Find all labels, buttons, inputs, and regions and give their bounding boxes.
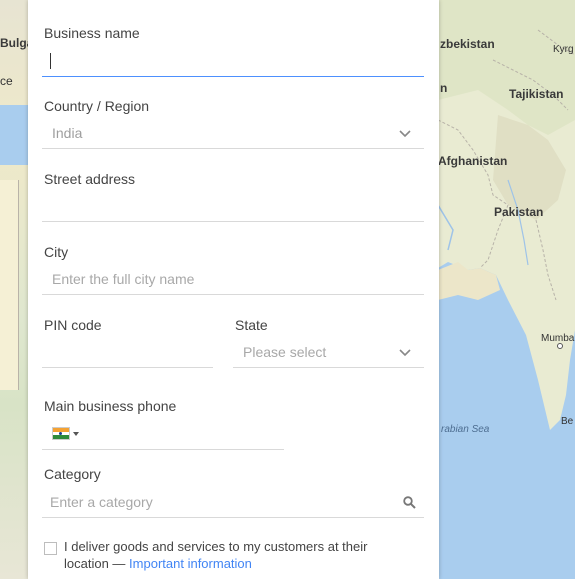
category-underline (42, 517, 424, 518)
chevron-down-icon (399, 349, 411, 357)
map-label-uzbekistan: zbekistan (440, 37, 495, 51)
map-label-mumbai: Mumba (541, 333, 575, 344)
category-input[interactable]: Enter a category (42, 489, 424, 517)
deliver-text-line2: location — Important information (64, 555, 252, 572)
map-label-pakistan: Pakistan (494, 205, 544, 219)
country-select[interactable]: India (42, 120, 424, 148)
caret-down-icon (73, 432, 79, 436)
deliver-text-prefix: location — (64, 556, 126, 571)
map-label-bengaluru: Be (561, 416, 574, 427)
pin-code-underline (42, 367, 213, 368)
city-input[interactable]: Enter the full city name (42, 266, 424, 294)
street-address-input[interactable] (42, 193, 424, 221)
business-name-underline (42, 76, 424, 77)
business-name-label: Business name (44, 25, 140, 41)
phone-label: Main business phone (44, 398, 177, 414)
map-label-arabian-sea: rabian Sea (441, 424, 490, 435)
city-label: City (44, 244, 69, 260)
map-label-turkmenistan: n (440, 81, 448, 95)
phone-underline (42, 449, 284, 450)
state-placeholder: Please select (243, 344, 327, 360)
country-code-selector[interactable] (52, 426, 82, 442)
map-sea-area (0, 105, 30, 165)
street-address-label: Street address (44, 171, 136, 187)
city-placeholder: Enter the full city name (52, 271, 195, 287)
map-label-afghanistan: Afghanistan (438, 154, 508, 168)
map-land-area (0, 180, 19, 390)
country-label: Country / Region (44, 98, 150, 114)
deliver-checkbox[interactable] (44, 542, 57, 555)
business-name-input[interactable] (42, 48, 424, 76)
phone-input[interactable] (88, 421, 284, 449)
important-information-link[interactable]: Important information (129, 556, 252, 571)
category-placeholder: Enter a category (50, 494, 153, 510)
street-address-underline (42, 221, 424, 222)
map-label-kyrgyzstan: Kyrg (553, 44, 574, 55)
country-value: India (52, 125, 83, 141)
chevron-down-icon (399, 130, 411, 138)
text-cursor (50, 53, 51, 69)
map-label-tajikistan: Tajikistan (509, 87, 564, 101)
city-underline (42, 294, 424, 295)
category-label: Category (44, 466, 101, 482)
deliver-text-line1: I deliver goods and services to my custo… (64, 539, 368, 554)
india-flag-icon (52, 427, 70, 440)
state-select[interactable]: Please select (233, 339, 424, 367)
map-label-greece: ce (0, 74, 13, 88)
pin-code-input[interactable] (42, 339, 213, 367)
pin-code-label: PIN code (44, 317, 102, 333)
search-icon[interactable] (403, 496, 416, 509)
country-underline (42, 148, 424, 149)
state-label: State (235, 317, 268, 333)
business-form-panel: Business name Country / Region India Str… (28, 0, 439, 579)
state-underline (233, 367, 424, 368)
